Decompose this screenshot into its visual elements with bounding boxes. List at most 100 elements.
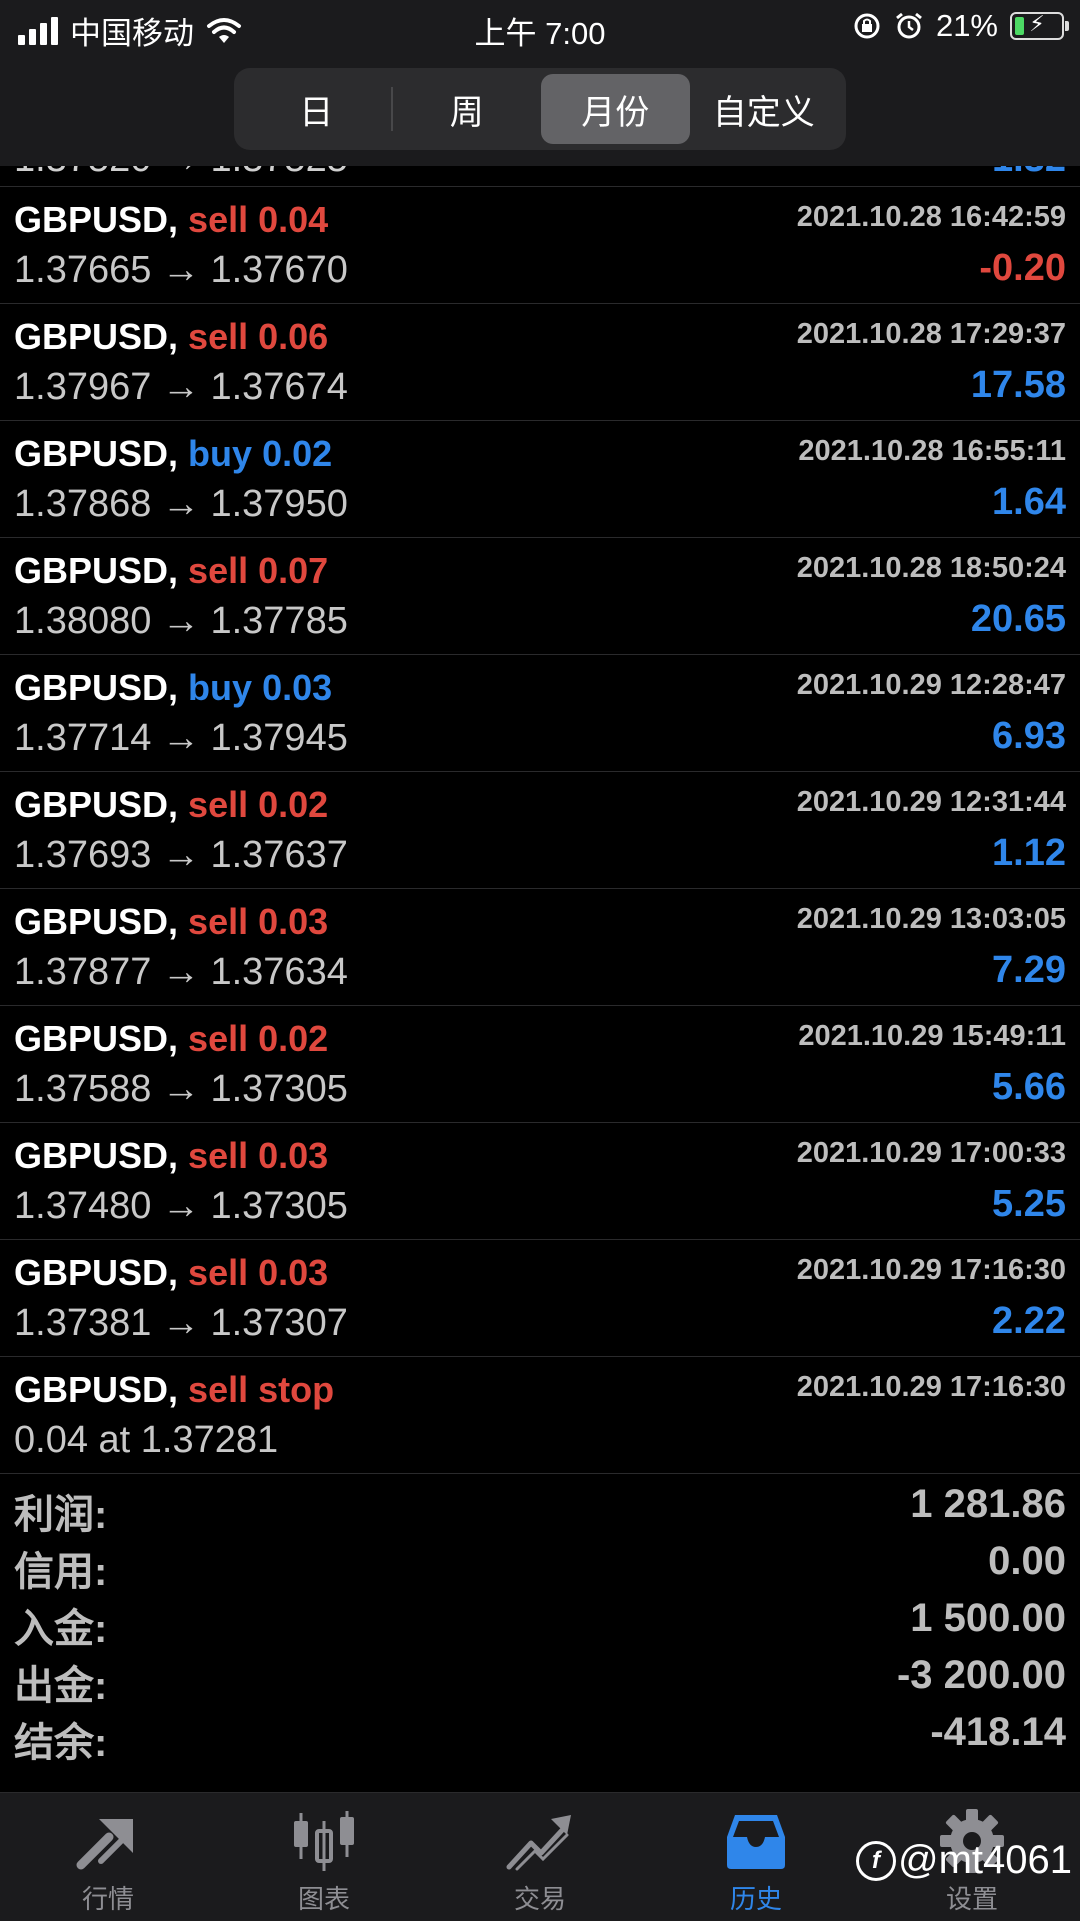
trade-time: 2021.10.28 18:50:24 bbox=[796, 552, 1066, 584]
trade-row[interactable]: GBPUSD, sell 0.06 2021.10.28 17:29:37 1.37… bbox=[0, 304, 1080, 421]
status-bar: 中国移动 上午 7:00 21% ⚡ bbox=[0, 0, 1080, 56]
side-type: sell bbox=[188, 1369, 249, 1410]
alarm-icon bbox=[896, 12, 922, 39]
trade-side: sell 0.07 bbox=[188, 550, 328, 591]
side-type: sell bbox=[188, 784, 249, 825]
trade-profit: 5.66 bbox=[992, 1066, 1066, 1108]
segment-week[interactable]: 周 bbox=[393, 74, 542, 144]
account-summary: 利润: 1 281.86 信用: 0.00 入金: 1 500.00 出金: -… bbox=[0, 1478, 1080, 1765]
trade-trend-icon bbox=[506, 1815, 571, 1871]
side-type: sell bbox=[188, 901, 249, 942]
trade-symbol: GBPUSD, sell 0.02 bbox=[14, 1018, 328, 1060]
symbol-name: GBPUSD, bbox=[14, 1135, 179, 1176]
trade-profit: 1.64 bbox=[992, 481, 1066, 523]
tab-label: 交易 bbox=[513, 1884, 566, 1914]
trade-symbol: GBPUSD, sell 0.03 bbox=[14, 1252, 328, 1294]
summary-profit: 利润: 1 281.86 bbox=[0, 1478, 1080, 1537]
tab-label: 行情 bbox=[81, 1884, 134, 1914]
summary-label: 信用: bbox=[14, 1550, 108, 1594]
tab-history[interactable]: 历史 bbox=[648, 1793, 864, 1921]
trade-side: sell 0.03 bbox=[188, 901, 328, 942]
trade-time: 2021.10.28 16:42:59 bbox=[796, 201, 1066, 233]
trade-volume: 0.02 bbox=[258, 1018, 329, 1059]
battery-icon: ⚡ bbox=[1010, 11, 1069, 40]
trade-profit: 1.12 bbox=[992, 832, 1066, 874]
symbol-name: GBPUSD, bbox=[14, 199, 179, 240]
trade-side: sell 0.02 bbox=[188, 784, 328, 825]
symbol-name: GBPUSD, bbox=[14, 550, 179, 591]
period-segmented-control: 日 周 月份 自定义 bbox=[234, 68, 846, 150]
trade-side: sell 0.02 bbox=[188, 1018, 328, 1059]
trade-profit: 6.93 bbox=[992, 715, 1066, 757]
trade-row[interactable]: GBPUSD, sell stop 2021.10.29 17:16:30 0.04… bbox=[0, 1357, 1080, 1474]
trade-volume: 0.03 bbox=[258, 1252, 329, 1293]
status-right: 21% ⚡ bbox=[852, 8, 1069, 44]
trade-side: sell 0.03 bbox=[188, 1135, 328, 1176]
tab-charts[interactable]: 图表 bbox=[216, 1793, 432, 1921]
weibo-logo-icon: f bbox=[855, 1840, 896, 1881]
trade-row[interactable]: GBPUSD, buy 0.03 2021.10.29 12:28:47 1.377… bbox=[0, 655, 1080, 772]
trade-profit: -0.20 bbox=[979, 247, 1066, 289]
symbol-name: GBPUSD, bbox=[14, 1252, 179, 1293]
trade-time: 2021.10.29 15:49:11 bbox=[798, 1020, 1066, 1052]
trade-profit: 1.32 bbox=[992, 166, 1066, 181]
summary-value: 1 281.86 bbox=[910, 1482, 1066, 1526]
partial-trade-row[interactable]: 1.37520 → 1.37525 1.32 bbox=[0, 166, 1080, 187]
trade-history-list[interactable]: 1.37520 → 1.37525 1.32 GBPUSD, sell 0.04… bbox=[0, 166, 1080, 1476]
trade-time: 2021.10.28 16:55:11 bbox=[798, 435, 1066, 467]
trade-time: 2021.10.29 12:31:44 bbox=[796, 786, 1066, 818]
trade-symbol: GBPUSD, buy 0.02 bbox=[14, 433, 332, 475]
segment-month[interactable]: 月份 bbox=[541, 74, 690, 144]
tab-trade[interactable]: 交易 bbox=[432, 1793, 648, 1921]
charging-bolt-icon: ⚡ bbox=[1029, 11, 1045, 36]
summary-value: 0.00 bbox=[988, 1539, 1066, 1583]
segment-day[interactable]: 日 bbox=[242, 74, 391, 144]
side-type: sell bbox=[188, 550, 249, 591]
trade-symbol: GBPUSD, buy 0.03 bbox=[14, 667, 332, 709]
watermark-text: @mt4061 bbox=[897, 1838, 1072, 1882]
trade-time: 2021.10.29 17:16:30 bbox=[796, 1371, 1066, 1403]
history-header: 日 周 月份 自定义 bbox=[0, 56, 1080, 166]
trade-symbol: GBPUSD, sell 0.04 bbox=[14, 199, 328, 241]
trade-profit: 2.22 bbox=[992, 1300, 1066, 1342]
trade-volume: 0.03 bbox=[258, 1135, 329, 1176]
trade-row[interactable]: GBPUSD, sell 0.07 2021.10.28 18:50:24 1.38… bbox=[0, 538, 1080, 655]
side-type: buy bbox=[188, 433, 253, 474]
watermark: f @mt4061 bbox=[855, 1838, 1072, 1883]
trade-prices: 0.04 at 1.37281 bbox=[14, 1419, 279, 1461]
trade-row[interactable]: GBPUSD, sell 0.02 2021.10.29 15:49:11 1.37… bbox=[0, 1006, 1080, 1123]
trade-profit: 20.65 bbox=[970, 598, 1066, 640]
trade-prices: 1.37714 → 1.37945 bbox=[14, 717, 348, 759]
trade-row[interactable]: GBPUSD, buy 0.02 2021.10.28 16:55:11 1.378… bbox=[0, 421, 1080, 538]
trade-row[interactable]: GBPUSD, sell 0.03 2021.10.29 17:00:33 1.37… bbox=[0, 1123, 1080, 1240]
trade-row[interactable]: GBPUSD, sell 0.03 2021.10.29 13:03:05 1.37… bbox=[0, 889, 1080, 1006]
summary-label: 利润: bbox=[14, 1493, 108, 1537]
battery-percent: 21% bbox=[935, 8, 998, 43]
trade-side: sell 0.06 bbox=[188, 316, 328, 357]
summary-value: 1 500.00 bbox=[910, 1596, 1066, 1640]
summary-credit: 信用: 0.00 bbox=[0, 1535, 1080, 1594]
side-type: sell bbox=[188, 199, 249, 240]
symbol-name: GBPUSD, bbox=[14, 901, 179, 942]
trade-time: 2021.10.29 17:16:30 bbox=[796, 1254, 1066, 1286]
trade-row[interactable]: GBPUSD, sell 0.04 2021.10.28 16:42:59 1.37… bbox=[0, 187, 1080, 304]
side-type: buy bbox=[188, 667, 253, 708]
symbol-name: GBPUSD, bbox=[14, 784, 179, 825]
side-type: sell bbox=[188, 1135, 249, 1176]
summary-label: 出金: bbox=[14, 1664, 108, 1708]
tab-label: 设置 bbox=[945, 1884, 998, 1914]
trade-volume: 0.03 bbox=[262, 667, 333, 708]
trade-prices: 1.37588 → 1.37305 bbox=[14, 1068, 348, 1110]
trade-time: 2021.10.29 17:00:33 bbox=[796, 1137, 1066, 1169]
summary-label: 结余: bbox=[14, 1721, 108, 1765]
trade-volume: 0.04 bbox=[258, 199, 329, 240]
segment-custom[interactable]: 自定义 bbox=[690, 74, 839, 144]
history-inbox-icon bbox=[727, 1815, 785, 1869]
trade-symbol: GBPUSD, sell 0.06 bbox=[14, 316, 328, 358]
trade-row[interactable]: GBPUSD, sell 0.03 2021.10.29 17:16:30 1.37… bbox=[0, 1240, 1080, 1357]
trade-row[interactable]: GBPUSD, sell 0.02 2021.10.29 12:31:44 1.37… bbox=[0, 772, 1080, 889]
tab-quotes[interactable]: 行情 bbox=[0, 1793, 216, 1921]
trade-prices: 1.38080 → 1.37785 bbox=[14, 600, 348, 642]
trade-volume: 0.02 bbox=[258, 784, 329, 825]
symbol-name: GBPUSD, bbox=[14, 316, 179, 357]
